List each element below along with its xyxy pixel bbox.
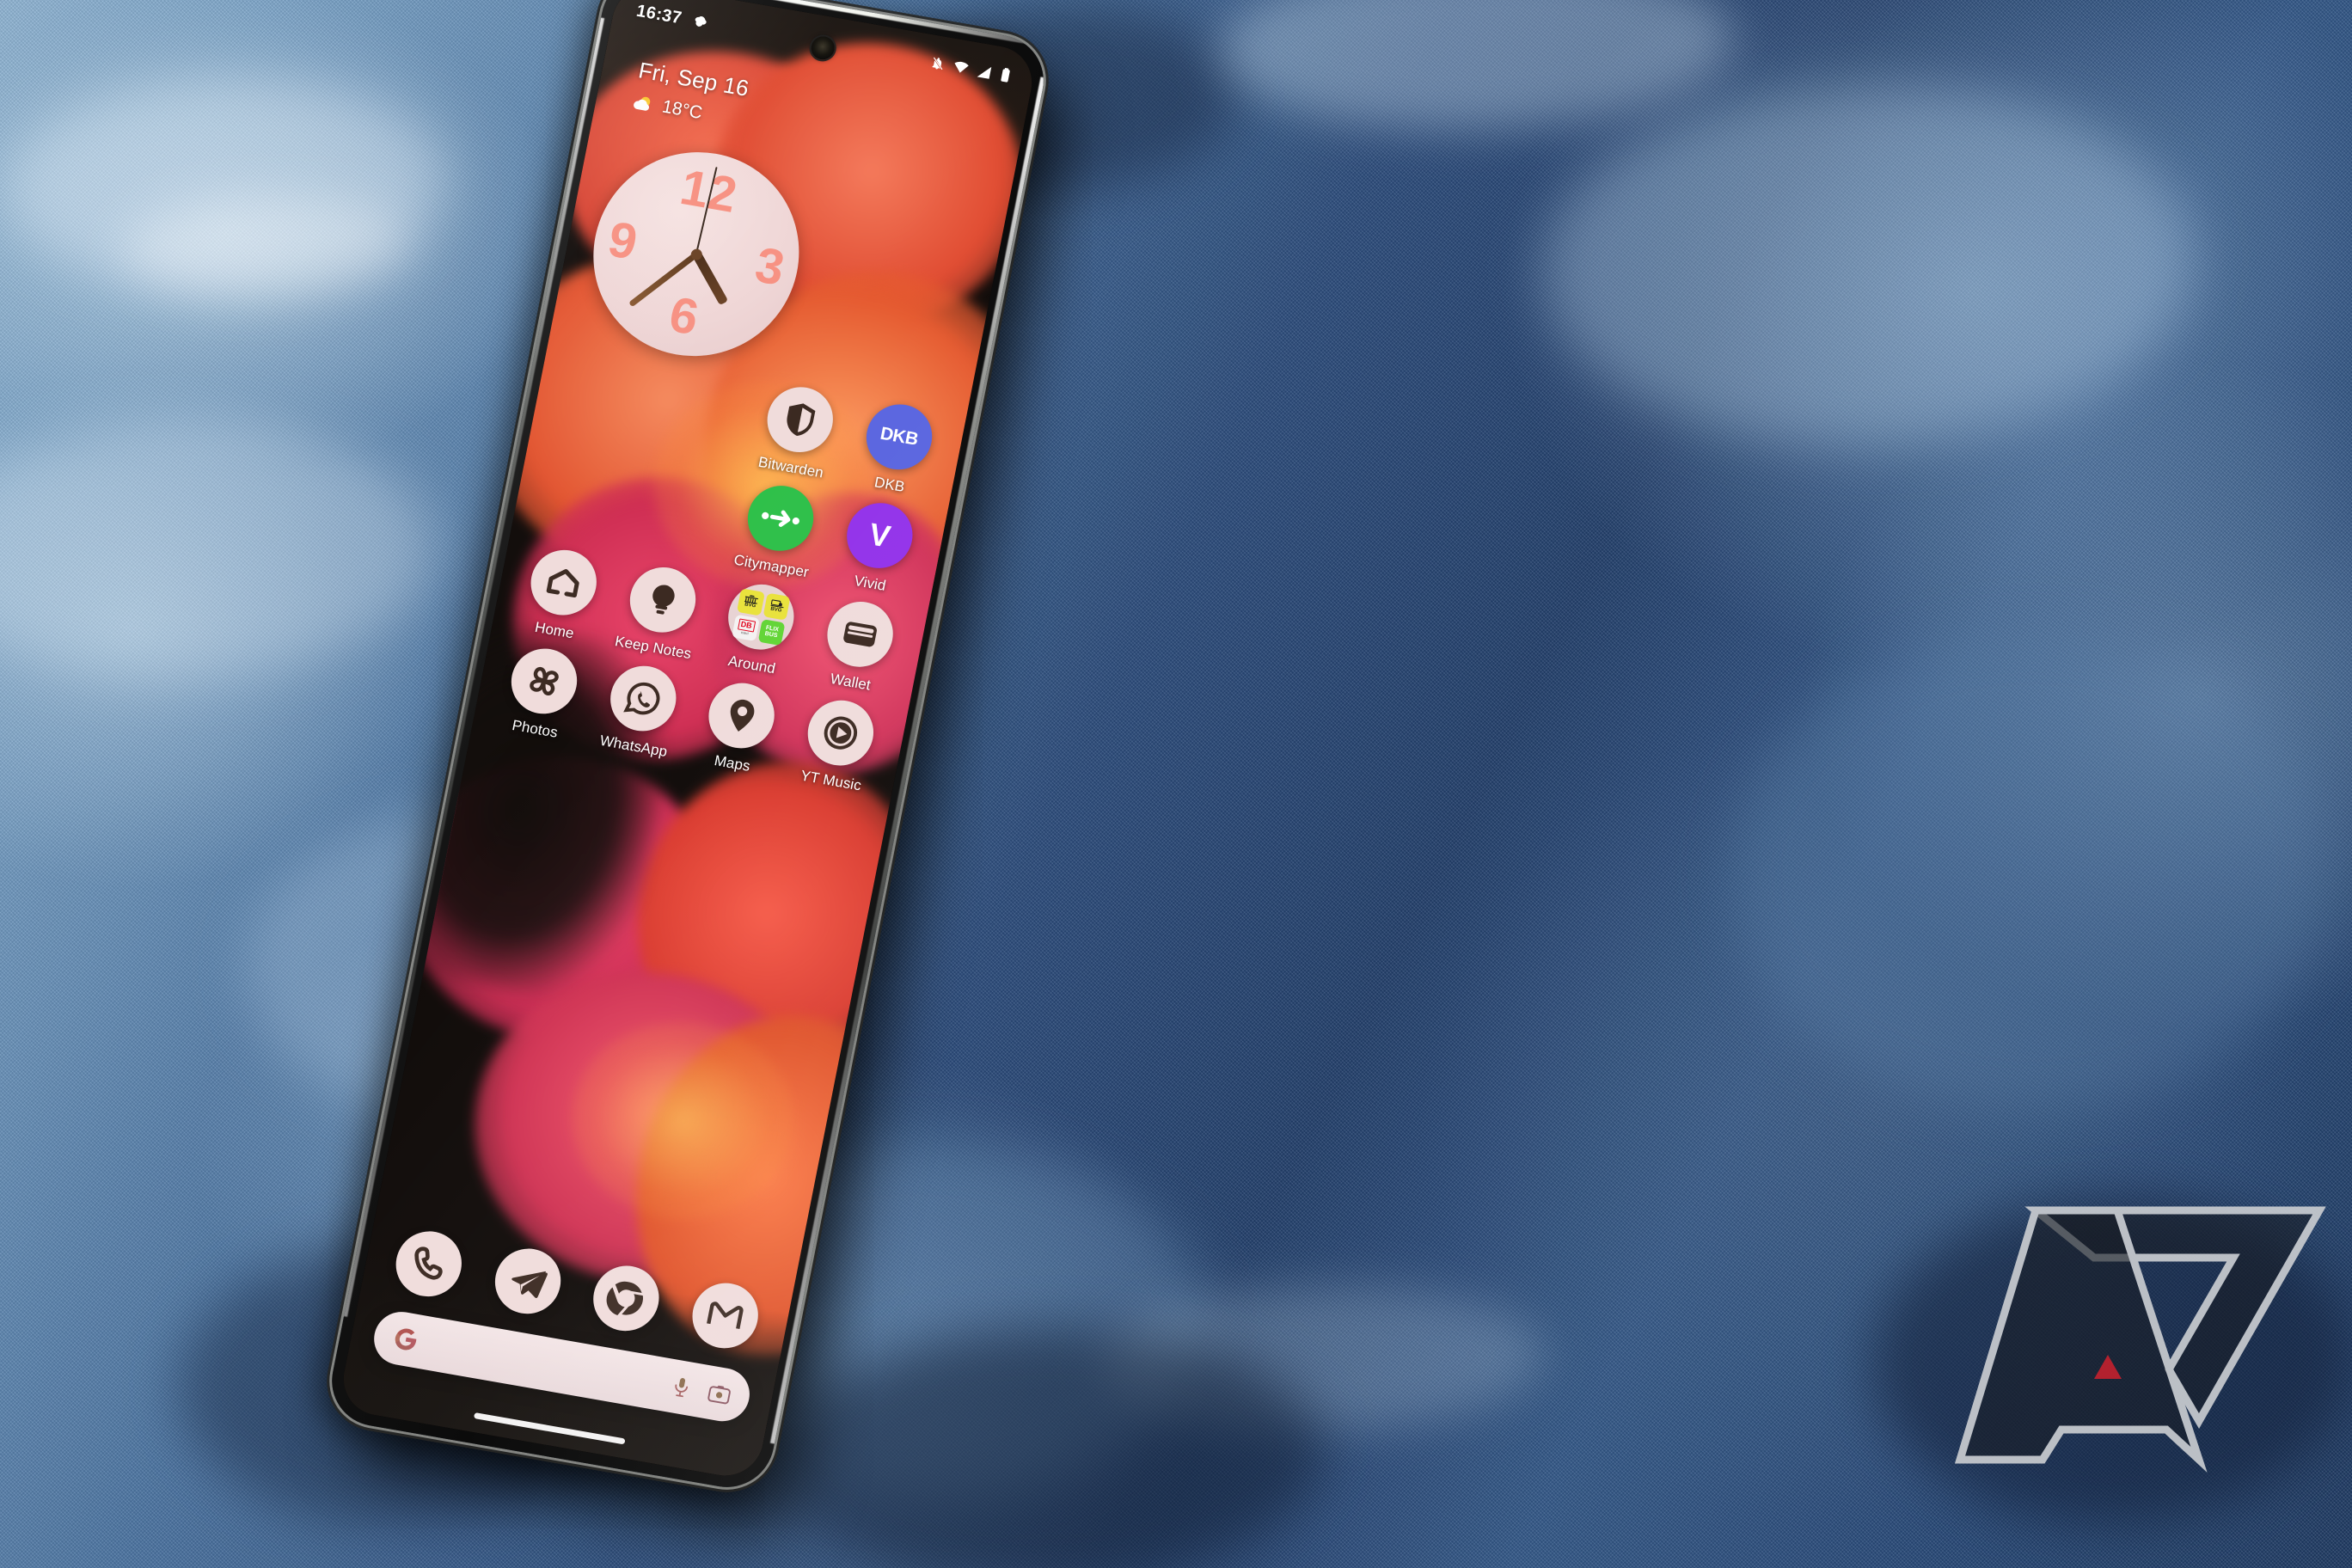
app-whatsapp[interactable]: WhatsApp	[583, 658, 699, 763]
app-label: Wallet	[829, 670, 873, 694]
cellular-signal-icon	[977, 66, 992, 79]
vivid-icon-container[interactable]: V	[841, 498, 918, 573]
status-bar-system-icons	[929, 54, 1013, 83]
app-citymapper[interactable]: Citymapper	[720, 478, 836, 584]
battery-icon	[1001, 68, 1010, 83]
wifi-icon	[954, 61, 969, 73]
lightbulb-icon	[652, 585, 675, 615]
app-label: Vivid	[853, 572, 888, 594]
notification-blob-icon	[695, 15, 707, 27]
app-label: Around	[726, 652, 777, 677]
app-maps[interactable]: Maps	[681, 675, 797, 781]
analog-clock-widget[interactable]: 12 3 6 9	[575, 136, 818, 372]
wallet-icon	[843, 622, 877, 647]
folder-item-bvg-1: BVG	[737, 588, 765, 616]
gmail-icon-container[interactable]	[686, 1277, 764, 1354]
app-wallet[interactable]: Wallet	[799, 594, 916, 700]
status-bar-notification-icons	[692, 14, 709, 31]
dkb-icon-container[interactable]: DKB	[860, 399, 938, 475]
map-pin-icon	[731, 699, 755, 732]
clock-numeral-12: 12	[676, 159, 742, 224]
chrome-icon	[606, 1281, 644, 1316]
app-vivid[interactable]: V Vivid	[819, 495, 935, 601]
folder-item-db-navi: DB navi	[732, 614, 760, 641]
phone-handset-icon	[414, 1246, 443, 1280]
clock-numeral-3: 3	[750, 236, 789, 297]
status-bar-clock: 16:37	[634, 1, 684, 28]
app-label: Home	[533, 618, 576, 642]
phone-icon-container[interactable]	[390, 1226, 468, 1302]
folder-item-flixbus: FLIX BUS	[757, 618, 786, 646]
play-circle-icon	[824, 716, 857, 750]
app-yt-music[interactable]: YT Music	[780, 692, 896, 798]
chrome-icon-container[interactable]	[587, 1260, 665, 1337]
microphone-icon[interactable]	[669, 1375, 694, 1400]
mute-bell-icon	[932, 57, 943, 70]
paper-plane-icon	[511, 1271, 548, 1298]
app-label: Keep Notes	[613, 633, 693, 663]
maps-icon-container[interactable]	[703, 677, 781, 754]
screenshot-scene: 16:37 Fri, Sep 16 18°C 12 3 6 9 Bitwarde…	[0, 0, 2352, 1568]
citymapper-icon-container[interactable]	[742, 481, 820, 556]
bitwarden-icon-container[interactable]	[762, 382, 839, 458]
google-g-icon	[395, 1328, 417, 1351]
app-home[interactable]: Home	[504, 542, 620, 647]
gmail-m-icon	[706, 1302, 744, 1329]
clock-numeral-6: 6	[665, 286, 703, 346]
pinwheel-icon	[530, 666, 560, 695]
search-actions	[669, 1375, 732, 1407]
telegram-icon-container[interactable]	[489, 1243, 567, 1320]
app-label: Citymapper	[732, 551, 811, 581]
partly-cloudy-icon	[634, 96, 651, 111]
vivid-wordmark: V	[866, 516, 893, 554]
android-police-watermark	[1954, 1206, 2326, 1473]
app-dkb[interactable]: DKB DKB	[838, 396, 954, 502]
clock-face: 12 3 6 9	[575, 136, 818, 372]
photos-icon-container[interactable]	[505, 643, 584, 720]
citymapper-arrow-icon	[762, 510, 800, 527]
folder-around[interactable]: BVG BVG DB navi FLIX BUS Around	[701, 576, 817, 682]
app-label: DKB	[873, 474, 907, 496]
clock-numeral-9: 9	[603, 211, 642, 271]
yt-music-icon-container[interactable]	[801, 695, 879, 771]
wallet-icon-container[interactable]	[821, 597, 899, 672]
app-grid: Bitwarden DKB DKB Citymapper V Vivid Hom…	[472, 342, 966, 799]
keep-notes-icon-container[interactable]	[623, 561, 701, 638]
house-icon	[546, 569, 579, 598]
app-label: Bitwarden	[756, 453, 825, 481]
google-lens-camera-icon[interactable]	[707, 1383, 732, 1406]
shield-icon	[787, 403, 816, 437]
whatsapp-icon-container[interactable]	[604, 660, 682, 737]
whatsapp-icon	[622, 682, 660, 715]
app-photos[interactable]: Photos	[484, 640, 600, 746]
dkb-wordmark: DKB	[878, 423, 920, 450]
folder-item-label: BVG	[744, 602, 756, 609]
app-keep-notes[interactable]: Keep Notes	[602, 559, 718, 665]
home-icon-container[interactable]	[525, 544, 603, 621]
around-folder-icon[interactable]: BVG BVG DB navi FLIX BUS	[722, 579, 800, 655]
app-bitwarden[interactable]: Bitwarden	[740, 379, 856, 485]
folder-item-label: FLIX BUS	[763, 624, 780, 640]
folder-item-label: BVG	[769, 606, 782, 614]
folder-item-bvg-2: BVG	[763, 592, 791, 621]
